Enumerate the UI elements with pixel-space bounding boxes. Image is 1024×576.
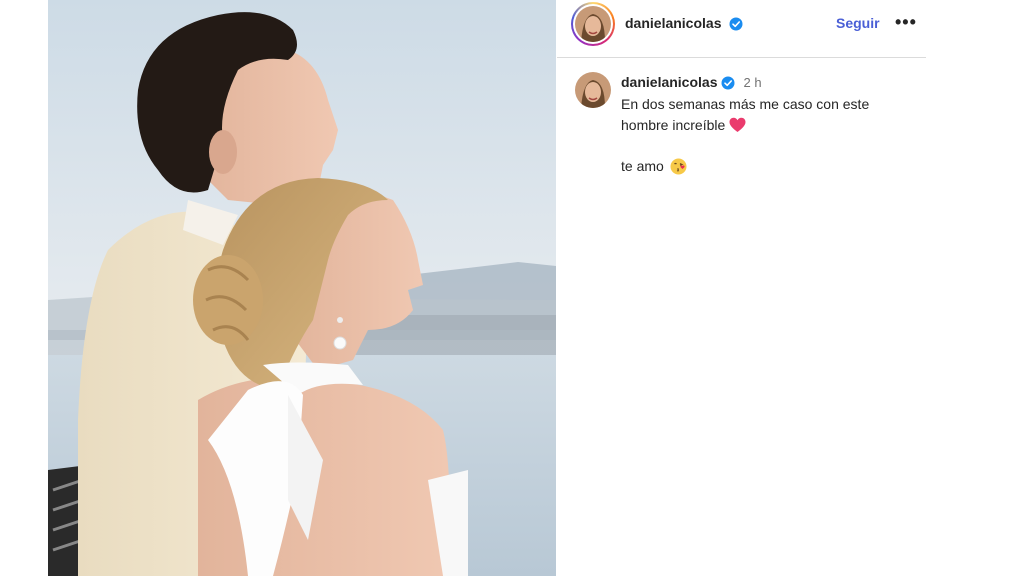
caption-line-2-text: hombre increíble <box>621 117 726 133</box>
post-photo[interactable] <box>48 0 556 576</box>
verified-badge-icon <box>721 76 735 90</box>
verified-badge-icon <box>729 17 743 31</box>
comment-username[interactable]: danielanicolas <box>621 74 717 90</box>
heart-icon <box>729 117 746 132</box>
comment-meta: danielanicolas 2 h <box>621 74 762 92</box>
story-ring[interactable] <box>571 2 615 46</box>
profile-avatar-icon <box>575 6 611 42</box>
caption-line-2: hombre increíble <box>621 115 921 136</box>
caption-text: En dos semanas más me caso con este homb… <box>621 94 921 177</box>
author-username-text[interactable]: danielanicolas <box>625 15 721 31</box>
more-options-icon[interactable]: ••• <box>895 12 917 33</box>
author-username[interactable]: danielanicolas <box>625 15 743 31</box>
comment-timestamp[interactable]: 2 h <box>743 75 761 90</box>
profile-avatar-icon <box>575 72 611 108</box>
caption-line-1: En dos semanas más me caso con este <box>621 96 870 112</box>
couple-photo <box>48 0 556 576</box>
kiss-face-icon <box>670 158 687 175</box>
comment-avatar[interactable] <box>575 72 611 108</box>
post-header: danielanicolas Seguir ••• <box>557 0 926 58</box>
caption-line-3-text: te amo <box>621 158 664 174</box>
post-panel: danielanicolas Seguir ••• danielanicolas… <box>557 0 926 576</box>
follow-button[interactable]: Seguir <box>836 15 880 31</box>
caption-line-3: te amo <box>621 156 921 177</box>
